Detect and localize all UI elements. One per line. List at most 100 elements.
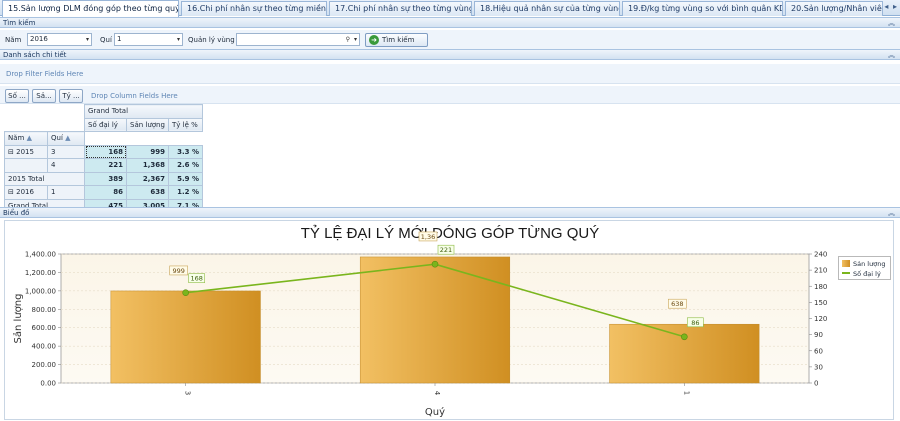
- collapse-chevron-icon[interactable]: ︽: [888, 208, 895, 218]
- y-tick-label: 0.00: [40, 380, 56, 388]
- cell-value[interactable]: 1.2 %: [168, 185, 203, 200]
- region-search-input[interactable]: ⚲ ▾: [236, 33, 360, 46]
- tab-san-luong-dlm[interactable]: 15.Sản lượng DLM đóng góp theo từng quý: [2, 0, 179, 17]
- row-header-qui[interactable]: Quí ▲: [47, 131, 85, 146]
- field-button-san-luong[interactable]: Sả...: [32, 89, 56, 103]
- quarter-select[interactable]: 1 ▾: [114, 33, 183, 46]
- bar-data-label: 999: [172, 267, 184, 275]
- line-data-label: 86: [691, 319, 699, 327]
- table-row: ⊟ 2016 1 86 638 1.2 %: [4, 185, 203, 200]
- collapse-minus-icon: ⊟: [8, 147, 14, 156]
- table-row: 2015 Total 389 2,367 5.9 %: [4, 171, 203, 186]
- y-tick-label: 600.00: [32, 324, 57, 332]
- cell-value[interactable]: 389: [84, 171, 127, 186]
- search-button[interactable]: ➜ Tìm kiếm: [365, 33, 428, 47]
- cell-value[interactable]: 221: [84, 158, 127, 173]
- row-quarter: 4: [47, 158, 85, 173]
- cell-value[interactable]: 999: [126, 144, 169, 159]
- bar: [359, 256, 511, 384]
- chart-legend: Sản lượng Số đại lý: [838, 256, 891, 280]
- x-tick-label: 4: [433, 391, 441, 396]
- chart-plot: 0.00 200.00 400.00 600.00 800.00 1,000.00 1,20…: [12, 231, 827, 418]
- grand-total-header[interactable]: Grand Total: [84, 104, 203, 119]
- y2-tick-label: 240: [814, 251, 827, 259]
- cell-value[interactable]: 86: [84, 185, 127, 200]
- y-tick-label: 800.00: [32, 306, 57, 314]
- cell-value[interactable]: 168: [84, 144, 127, 159]
- cell-value[interactable]: 2,367: [126, 171, 169, 186]
- y2-tick-label: 180: [814, 283, 827, 291]
- column-header[interactable]: Số đại lý: [84, 117, 127, 132]
- y2-tick-label: 60: [814, 347, 823, 355]
- cell-value[interactable]: 2.6 %: [168, 158, 203, 173]
- line-point: [182, 289, 189, 296]
- y-tick-label: 400.00: [32, 343, 57, 351]
- row-quarter: 3: [47, 144, 85, 159]
- row-year: [4, 158, 48, 173]
- line-point: [681, 333, 688, 341]
- y-tick-label: 1,200.00: [25, 269, 56, 277]
- search-group-header[interactable]: Tìm kiếm ︽: [0, 17, 900, 28]
- chevron-down-icon: ▾: [353, 36, 357, 43]
- tab-chi-phi-vung[interactable]: 17.Chi phí nhân sự theo từng vùng: [329, 1, 472, 16]
- chevron-down-icon: ▾: [176, 36, 180, 43]
- cell-value[interactable]: 3.3 %: [168, 144, 203, 159]
- tab-scroll-arrows[interactable]: ◂ ▸: [884, 2, 898, 11]
- chart-group-title: Biểu đồ: [3, 209, 30, 217]
- field-button-ty-le[interactable]: Tỷ ...: [59, 89, 83, 103]
- y2-tick-label: 0: [814, 380, 818, 388]
- cell-value[interactable]: 638: [126, 185, 169, 200]
- search-bar: Năm 2016 ▾ Quí 1 ▾ Quản lý vùng ⚲ ▾ ➜ Tìm k…: [0, 30, 900, 49]
- pivot-grid: Drop Filter Fields Here Số ... Sả... Tỷ …: [0, 60, 900, 263]
- bar: [609, 323, 760, 384]
- y-tick-label: 200.00: [32, 361, 57, 369]
- column-header[interactable]: Tỷ lệ %: [168, 117, 203, 132]
- region-label: Quản lý vùng: [188, 36, 235, 44]
- quarter-label: Quí: [100, 36, 112, 44]
- y-tick-label: 1,000.00: [25, 287, 56, 295]
- line-point: [431, 260, 439, 268]
- y2-tick-label: 30: [814, 363, 823, 371]
- column-header[interactable]: Sản lượng: [126, 117, 169, 132]
- y2-tick-label: 120: [814, 315, 827, 323]
- bar: [110, 290, 261, 384]
- row-year[interactable]: ⊟ 2016: [4, 185, 48, 200]
- chart-group-header[interactable]: Biểu đồ ︽: [0, 207, 900, 218]
- collapse-chevron-icon[interactable]: ︽: [888, 50, 895, 60]
- bar-data-label: 638: [671, 300, 683, 308]
- y-tick-label: 1,400.00: [25, 251, 56, 259]
- legend-item-san-luong: Sản lượng: [842, 259, 885, 269]
- go-arrow-icon: ➜: [369, 35, 379, 45]
- x-tick-label: 1: [682, 391, 690, 395]
- x-tick-label: 3: [184, 391, 192, 395]
- line-swatch-icon: [842, 272, 850, 274]
- detail-group-title: Danh sách chi tiết: [3, 51, 67, 59]
- row-year[interactable]: ⊟ 2015: [4, 144, 48, 159]
- drop-column-zone[interactable]: Drop Column Fields Here: [91, 89, 178, 103]
- collapse-minus-icon: ⊟: [8, 188, 14, 197]
- row-header-nam[interactable]: Năm ▲: [4, 131, 48, 146]
- pivot-table: Grand Total Số đại lý Sản lượng Tỷ lệ % …: [4, 104, 203, 213]
- cell-value[interactable]: 1,368: [126, 158, 169, 173]
- tab-chi-phi-mien[interactable]: 16.Chi phí nhân sự theo từng miền: [181, 1, 327, 16]
- sort-up-icon: ▲: [26, 134, 32, 143]
- drop-filter-zone[interactable]: Drop Filter Fields Here: [0, 64, 900, 84]
- table-row: 4 221 1,368 2.6 %: [4, 158, 203, 173]
- year-select[interactable]: 2016 ▾: [27, 33, 92, 46]
- chart-frame: TỶ LỆ ĐẠI LÝ MỚI ĐÓNG GÓP TỪNG QUÝ 0.00 2…: [4, 220, 894, 420]
- y2-tick-label: 210: [814, 267, 827, 275]
- field-button-so-dai-ly[interactable]: Số ...: [5, 89, 29, 103]
- tab-hieu-qua-nhan-su[interactable]: 18.Hiệu quả nhân sự của từng vùng: [474, 1, 620, 16]
- y-axis-title: Sản lượng: [12, 294, 24, 344]
- detail-group-header[interactable]: Danh sách chi tiết ︽: [0, 49, 900, 60]
- row-year-total: 2015 Total: [4, 171, 85, 186]
- bar-swatch-icon: [842, 260, 850, 267]
- bar-data-label: 1,36: [421, 233, 435, 241]
- chart-area: TỶ LỆ ĐẠI LÝ MỚI ĐÓNG GÓP TỪNG QUÝ 0.00 2…: [0, 219, 900, 421]
- collapse-chevron-icon[interactable]: ︽: [888, 18, 895, 28]
- tab-san-luong-nhan-vien[interactable]: 20.Sản lượng/Nhân viê: [785, 1, 883, 16]
- row-quarter: 1: [47, 185, 85, 200]
- cell-value[interactable]: 5.9 %: [168, 171, 203, 186]
- chevron-down-icon: ▾: [85, 36, 89, 43]
- tab-dkg-tung-vung[interactable]: 19.Đ/kg từng vùng so với bình quân KD: [622, 1, 783, 16]
